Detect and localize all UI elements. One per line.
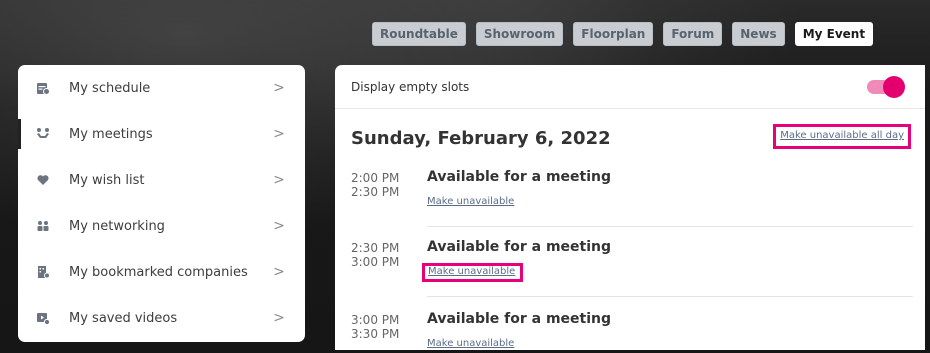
slot-start-time: 2:00 PM [351,171,400,185]
chevron-right-icon: > [273,218,285,234]
heart-hand-icon [36,173,50,187]
handshake-icon [36,127,50,141]
people-icon [36,219,50,233]
nav-my-event[interactable]: My Event [794,22,874,46]
empty-slots-toggle-row: Display empty slots [335,65,925,109]
sidebar-item-my-bookmarked-companies[interactable]: My bookmarked companies > [18,249,305,295]
sidebar-item-label: My wish list [69,172,145,188]
slot-start-time: 3:00 PM [351,313,400,327]
time-slot: 3:00 PM 3:30 PM Available for a meeting … [335,297,925,350]
date-header: Sunday, February 6, 2022 Make unavailabl… [335,109,925,167]
slot-info: Available for a meeting Make unavailable [422,227,913,297]
slot-end-time: 3:30 PM [351,327,400,341]
video-icon [36,311,50,325]
sidebar-item-my-schedule[interactable]: My schedule > [18,65,305,111]
top-nav: Roundtable Showroom Floorplan Forum News… [372,22,874,46]
slot-start-time: 2:30 PM [351,241,400,255]
sidebar-item-my-saved-videos[interactable]: My saved videos > [18,295,305,341]
sidebar-item-label: My schedule [69,80,151,96]
slot-end-time: 2:30 PM [351,185,400,199]
bookmark-building-icon [36,265,50,279]
slot-title: Available for a meeting [427,169,612,185]
date-title: Sunday, February 6, 2022 [351,127,611,149]
display-empty-slots-toggle[interactable] [867,75,905,98]
toggle-knob [883,75,905,98]
slot-title: Available for a meeting [427,239,612,255]
chevron-right-icon: > [273,264,285,280]
calendar-icon [36,81,50,95]
make-unavailable-link[interactable]: Make unavailable [422,263,524,282]
chevron-right-icon: > [273,310,285,326]
slot-title: Available for a meeting [427,311,612,327]
sidebar-item-label: My meetings [69,126,153,142]
make-unavailable-all-day-link[interactable]: Make unavailable all day [773,124,911,149]
make-unavailable-link[interactable]: Make unavailable [427,338,514,349]
slot-info: Available for a meeting Make unavailable [427,167,913,227]
nav-roundtable[interactable]: Roundtable [372,22,466,46]
slot-times: 2:00 PM 2:30 PM [351,167,427,227]
sidebar-item-my-meetings[interactable]: My meetings > [18,111,305,157]
nav-floorplan[interactable]: Floorplan [573,22,654,46]
sidebar-item-my-wish-list[interactable]: My wish list > [18,157,305,203]
sidebar-item-my-networking[interactable]: My networking > [18,203,305,249]
chevron-right-icon: > [273,172,285,188]
slot-end-time: 3:00 PM [351,255,400,269]
nav-news[interactable]: News [732,22,785,46]
slot-info: Available for a meeting Make unavailable [427,297,913,350]
sidebar-item-label: My saved videos [69,310,178,326]
chevron-right-icon: > [273,80,285,96]
time-slot: 2:30 PM 3:00 PM Available for a meeting … [335,227,925,297]
nav-showroom[interactable]: Showroom [475,22,564,46]
sidebar-menu: My schedule > My meetings > My wish list… [18,65,305,342]
nav-forum[interactable]: Forum [663,22,723,46]
time-slot: 2:00 PM 2:30 PM Available for a meeting … [335,167,925,227]
sidebar-item-label: My networking [69,218,165,234]
slot-times: 2:30 PM 3:00 PM [351,227,427,297]
slot-times: 3:00 PM 3:30 PM [351,297,427,350]
sidebar-item-label: My bookmarked companies [69,264,248,280]
meetings-panel: Display empty slots Sunday, February 6, … [335,65,925,350]
make-unavailable-link[interactable]: Make unavailable [427,196,514,207]
chevron-right-icon: > [273,126,285,142]
toggle-label: Display empty slots [351,79,470,94]
